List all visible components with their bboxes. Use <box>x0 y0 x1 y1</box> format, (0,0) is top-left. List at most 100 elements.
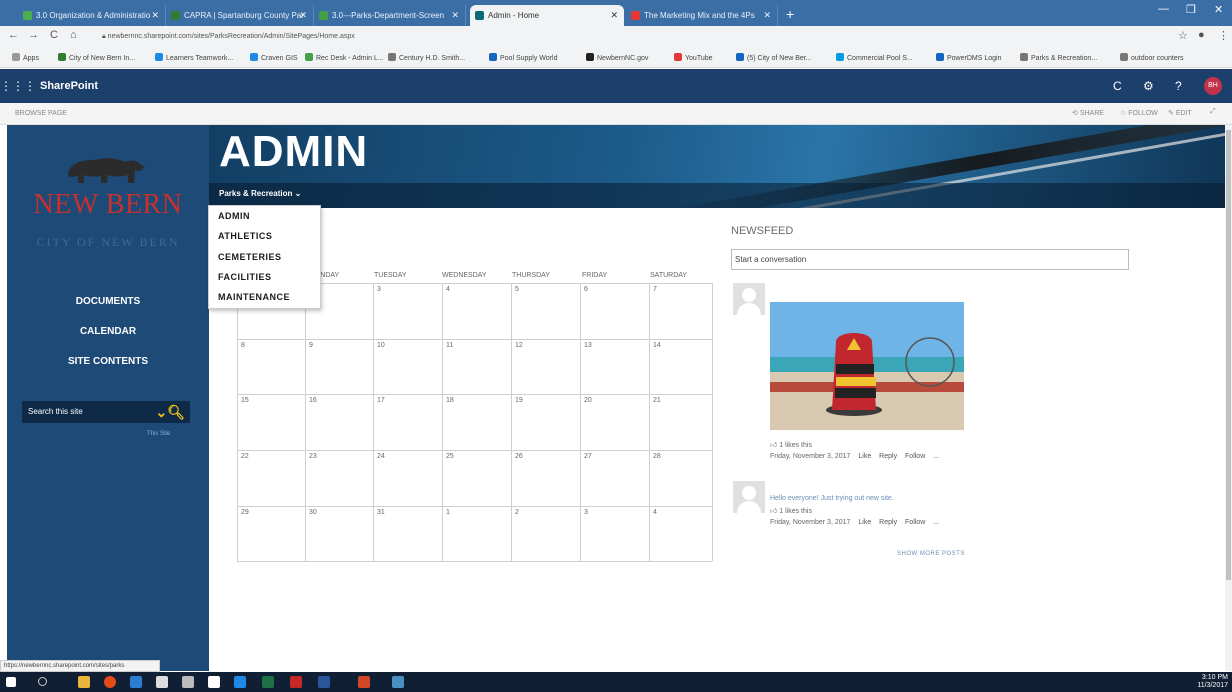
post-avatar[interactable] <box>733 481 765 513</box>
scrollbar-thumb[interactable] <box>1226 130 1231 580</box>
close-tab-icon[interactable]: ✕ <box>151 5 159 26</box>
app-icon[interactable] <box>182 676 194 688</box>
calendar-day-cell[interactable]: 29 <box>241 509 249 516</box>
nav-link-calendar[interactable]: CALENDAR <box>7 326 209 337</box>
browser-tab-5[interactable]: The Marketing Mix and the 4Ps ✕ <box>626 5 778 26</box>
nav-link-documents[interactable]: DOCUMENTS <box>7 296 209 307</box>
follow-button[interactable]: ☆ FOLLOW <box>1120 109 1158 117</box>
close-tab-icon[interactable]: ✕ <box>610 5 618 26</box>
calendar-day-cell[interactable]: 21 <box>653 397 661 404</box>
bookmark-item[interactable]: Parks & Recreation... <box>1020 53 1097 62</box>
dropdown-item-facilities[interactable]: FACILITIES <box>218 272 272 282</box>
more-actions-link[interactable]: ... <box>933 453 939 460</box>
dropdown-item-athletics[interactable]: ATHLETICS <box>218 231 272 241</box>
bookmark-item[interactable]: (5) City of New Ber... <box>736 53 812 62</box>
search-taskbar-icon[interactable] <box>38 677 47 686</box>
calendar-day-cell[interactable]: 11 <box>446 342 453 349</box>
site-title[interactable]: ADMIN <box>219 127 368 177</box>
browser-tab-2[interactable]: CAPRA | Spartanburg County Par ✕ <box>166 5 314 26</box>
calendar-day-cell[interactable]: 1 <box>446 509 450 516</box>
calendar-day-cell[interactable]: 14 <box>653 342 661 349</box>
close-tab-icon[interactable]: ✕ <box>299 5 307 26</box>
chrome-icon[interactable] <box>104 676 116 688</box>
bookmark-item[interactable]: Craven GIS <box>250 53 298 62</box>
bookmark-item[interactable]: City of New Bern In... <box>58 53 135 62</box>
minimize-icon[interactable]: — <box>1158 3 1169 15</box>
reply-link[interactable]: Reply <box>879 453 897 460</box>
edit-button[interactable]: ✎ EDIT <box>1168 109 1192 117</box>
post-photo-southernmost-point[interactable] <box>770 302 964 430</box>
reload-icon[interactable]: C <box>50 29 58 41</box>
bookmark-item[interactable]: NewbernNC.gov <box>586 53 648 62</box>
menu-icon[interactable]: ⋮ <box>1218 29 1229 42</box>
browser-tab-1[interactable]: 3.0 Organization & Administratio ✕ <box>18 5 166 26</box>
calendar-day-cell[interactable]: 24 <box>377 453 385 460</box>
user-avatar[interactable]: BH <box>1204 77 1222 95</box>
bookmark-item[interactable]: PowerDMS Login <box>936 53 1001 62</box>
calendar-day-cell[interactable]: 13 <box>584 342 592 349</box>
calendar-day-cell[interactable]: 30 <box>309 509 317 516</box>
word-icon[interactable] <box>318 676 330 688</box>
calendar-day-cell[interactable]: 4 <box>653 509 657 516</box>
reply-link[interactable]: Reply <box>879 519 897 526</box>
bookmark-item[interactable]: YouTube <box>674 53 713 62</box>
calendar-day-cell[interactable]: 19 <box>515 397 523 404</box>
top-nav-parks-recreation[interactable]: Parks & Recreation ⌄ <box>219 189 301 198</box>
excel-icon[interactable] <box>262 676 274 688</box>
search-icon[interactable]: ⌄🔍︎ <box>155 401 185 423</box>
file-explorer-icon[interactable] <box>78 676 90 688</box>
new-tab-button[interactable]: + <box>786 5 794 23</box>
calendar-day-cell[interactable]: 23 <box>309 453 317 460</box>
bookmark-item[interactable]: Apps <box>12 53 39 62</box>
settings-gear-icon[interactable]: ⚙ <box>1143 79 1154 93</box>
ribbon-tab-browse[interactable]: BROWSE <box>15 110 46 117</box>
like-link[interactable]: Like <box>858 453 871 460</box>
calendar-day-cell[interactable]: 10 <box>377 342 385 349</box>
bookmark-star-icon[interactable]: ☆ <box>1178 29 1188 42</box>
ribbon-tab-page[interactable]: PAGE <box>48 110 67 117</box>
url-input[interactable]: 🔒︎ newbernnc.sharepoint.com/sites/ParksR… <box>94 30 1154 44</box>
site-search-input[interactable]: Search this site ⌄🔍︎ <box>22 401 190 423</box>
bookmark-item[interactable]: Century H.D. Smith... <box>388 53 465 62</box>
forward-icon[interactable]: → <box>28 29 39 41</box>
show-more-posts-link[interactable]: SHOW MORE POSTS <box>897 551 965 557</box>
acrobat-icon[interactable] <box>290 676 302 688</box>
back-icon[interactable]: ← <box>8 29 19 41</box>
bookmark-item[interactable]: outdoor counters <box>1120 53 1184 62</box>
app-icon[interactable] <box>130 676 142 688</box>
bookmark-item[interactable]: Commercial Pool S... <box>836 53 913 62</box>
close-tab-icon[interactable]: ✕ <box>451 5 459 26</box>
restore-icon[interactable]: ❐ <box>1186 3 1196 16</box>
calendar-day-cell[interactable]: 4 <box>446 286 450 293</box>
notifications-icon[interactable]: C <box>1113 79 1122 93</box>
dropdown-item-cemeteries[interactable]: CEMETERIES <box>218 252 282 262</box>
calendar-day-cell[interactable]: 15 <box>241 397 249 404</box>
share-button[interactable]: ⟲ SHARE <box>1072 109 1104 117</box>
calendar-day-cell[interactable]: 3 <box>584 509 588 516</box>
start-conversation-input[interactable]: Start a conversation <box>731 249 1129 270</box>
dropdown-item-maintenance[interactable]: MAINTENANCE <box>218 292 290 302</box>
focus-icon[interactable]: ⤢ <box>1210 108 1216 116</box>
app-icon[interactable] <box>208 676 220 688</box>
taskbar-clock[interactable]: 3:10 PM 11/3/2017 <box>1197 674 1228 690</box>
calendar-day-cell[interactable]: 9 <box>309 342 313 349</box>
calendar-day-cell[interactable]: 12 <box>515 342 523 349</box>
calendar-day-cell[interactable]: 5 <box>515 286 519 293</box>
like-link[interactable]: Like <box>858 519 871 526</box>
post-avatar[interactable] <box>733 283 765 315</box>
bookmark-item[interactable]: Pool Supply World <box>489 53 557 62</box>
browser-tab-active[interactable]: Admin - Home ✕ <box>470 5 624 26</box>
bookmark-item[interactable]: Rec Desk - Admin L... <box>305 53 384 62</box>
calendar-day-cell[interactable]: 7 <box>653 286 657 293</box>
calendar-day-cell[interactable]: 22 <box>241 453 249 460</box>
dropdown-item-admin[interactable]: ADMIN <box>218 211 250 221</box>
app-launcher-icon[interactable]: ⋮⋮⋮ <box>0 69 36 103</box>
sharepoint-brand[interactable]: SharePoint <box>40 69 98 103</box>
app-icon[interactable] <box>392 676 404 688</box>
app-icon[interactable] <box>156 676 168 688</box>
edge-icon[interactable] <box>234 676 246 688</box>
calendar-day-cell[interactable]: 31 <box>377 509 385 516</box>
close-window-icon[interactable]: ✕ <box>1214 3 1223 16</box>
calendar-day-cell[interactable]: 27 <box>584 453 592 460</box>
search-scope-label[interactable]: This Site <box>147 431 170 437</box>
